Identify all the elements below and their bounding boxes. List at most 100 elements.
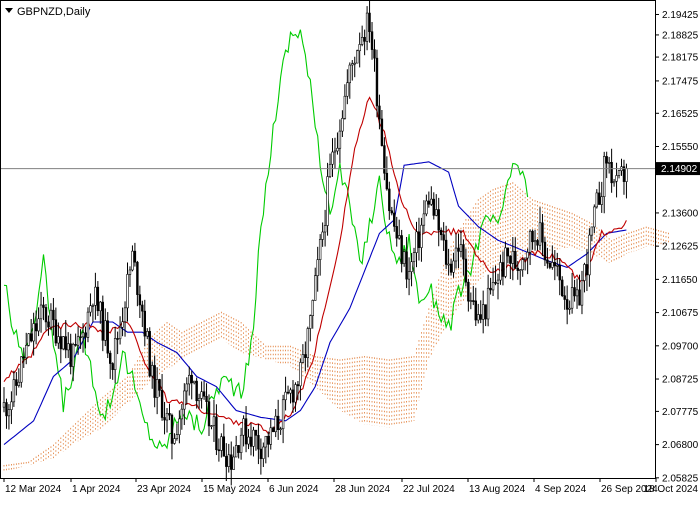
candle-body	[163, 417, 166, 421]
candle-body	[573, 287, 576, 297]
candle-body	[148, 331, 151, 377]
candle-body	[548, 262, 552, 268]
candle-body	[2, 402, 6, 408]
candle-body	[380, 118, 384, 146]
symbol-header[interactable]: GBPNZD,Daily	[5, 6, 91, 18]
candle-body	[165, 412, 169, 421]
candle-body	[143, 310, 146, 337]
candle-body	[375, 57, 379, 107]
candle-body	[494, 282, 497, 284]
x-tick-label: 12 Mar 2024	[5, 484, 62, 495]
candle-body	[412, 252, 416, 263]
candle-body	[336, 147, 339, 152]
candle-body	[514, 250, 517, 269]
candle-body	[205, 395, 208, 402]
candle-body	[469, 300, 473, 302]
candle-body	[321, 231, 324, 240]
candle-body	[207, 401, 211, 427]
candle-body	[442, 234, 445, 241]
candle-body	[210, 425, 213, 427]
candle-body	[54, 319, 58, 344]
candle-body	[356, 50, 359, 64]
y-tick-label: 2.17475	[662, 76, 699, 87]
chart-svg[interactable]: 2.19425 2.18825 2.18175 2.17475 2.16525 2.155…	[0, 0, 700, 500]
candle-body	[5, 402, 8, 417]
candle-body	[133, 250, 137, 263]
candle-body	[565, 299, 569, 310]
candle-body	[217, 449, 221, 452]
candle-body	[37, 318, 40, 332]
candle-body	[388, 188, 391, 212]
candle-body	[180, 408, 184, 420]
candle-body	[291, 389, 295, 403]
candle-body	[385, 172, 389, 190]
candle-body	[197, 398, 201, 402]
candle-body	[168, 412, 171, 416]
candle-body	[533, 240, 537, 243]
candle-body	[138, 294, 142, 306]
candle-body	[227, 454, 230, 467]
candle-body	[244, 418, 248, 445]
y-tick-label: 2.16525	[662, 109, 699, 120]
candle-body	[318, 239, 322, 260]
candle-body	[595, 192, 599, 208]
candle-body	[568, 307, 571, 310]
candle-body	[109, 352, 112, 364]
candle-body	[462, 244, 465, 260]
price-axis[interactable]: 2.19425 2.18825 2.18175 2.17475 2.16525 2.155…	[655, 10, 699, 484]
candle-body	[106, 320, 109, 354]
candle-body	[47, 321, 50, 328]
candle-body	[71, 344, 75, 367]
candle-body	[146, 331, 149, 337]
y-tick-label: 2.07775	[662, 407, 699, 418]
candle-body	[370, 31, 374, 50]
candle-body	[94, 286, 97, 306]
candle-body	[247, 436, 250, 445]
y-tick-label: 2.06800	[662, 440, 699, 451]
ichimoku-chart[interactable]: 2.19425 2.18825 2.18175 2.17475 2.16525 2.155…	[0, 0, 700, 500]
candle-body	[158, 379, 161, 391]
candle-body	[449, 263, 453, 273]
candle-body	[192, 380, 196, 384]
candle-body	[363, 36, 366, 42]
candle-body	[212, 416, 216, 426]
x-tick-label: 15 May 2024	[203, 484, 261, 495]
candle-body	[299, 362, 302, 387]
candle-body	[516, 267, 519, 271]
candle-body	[237, 445, 240, 453]
candle-body	[257, 435, 260, 450]
candle-body	[34, 323, 38, 332]
candle-body	[225, 456, 228, 467]
candle-body	[454, 247, 458, 262]
candle-body	[457, 247, 460, 252]
candle-body	[7, 409, 11, 417]
candle-body	[407, 271, 411, 280]
candle-body	[183, 390, 186, 410]
candle-body	[10, 401, 13, 410]
candle-body	[464, 258, 468, 283]
candle-body	[22, 356, 25, 359]
candle-body	[96, 286, 100, 312]
candle-body	[615, 175, 618, 182]
candle-body	[12, 379, 16, 403]
x-tick-label: 1 Apr 2024	[72, 484, 121, 495]
candle-body	[279, 428, 282, 431]
candle-body	[551, 262, 554, 268]
x-tick-label: 18 Oct 2024	[644, 484, 699, 495]
candle-body	[603, 156, 606, 197]
candle-body	[338, 130, 342, 149]
candle-body	[489, 287, 492, 291]
candle-body	[267, 435, 270, 445]
candle-body	[447, 263, 450, 266]
candle-body	[118, 326, 122, 340]
candle-body	[57, 336, 60, 344]
candle-body	[284, 391, 287, 401]
candle-body	[64, 336, 67, 351]
candle-body	[452, 260, 455, 273]
candle-body	[27, 333, 30, 346]
candle-body	[314, 275, 317, 301]
candle-body	[353, 62, 356, 65]
candle-body	[289, 389, 292, 394]
candle-body	[378, 105, 381, 120]
candle-body	[328, 163, 332, 177]
